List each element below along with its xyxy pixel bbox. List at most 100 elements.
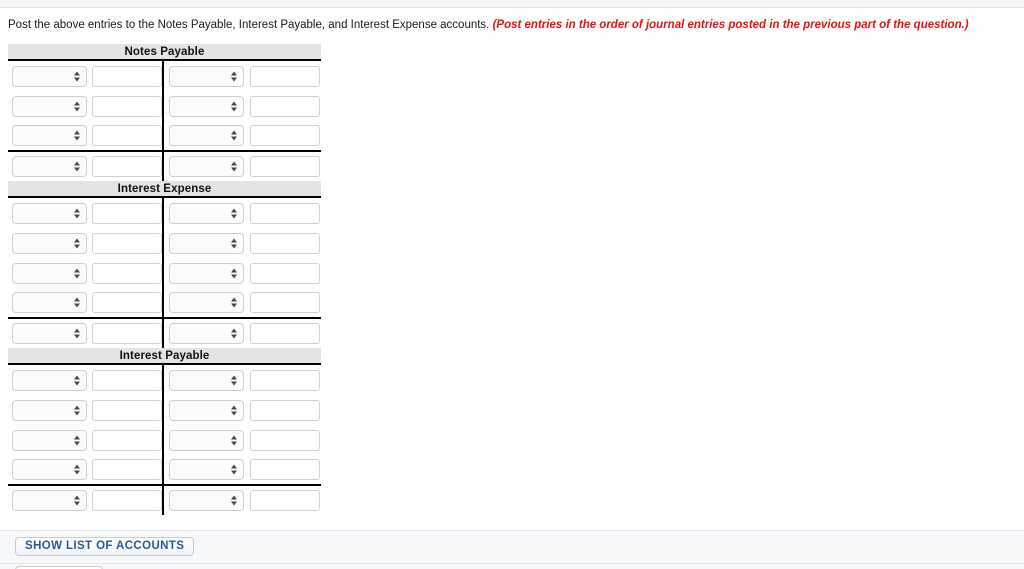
credit-account-select[interactable]	[169, 429, 245, 451]
debit-account-select[interactable]	[12, 369, 87, 391]
credit-account-select[interactable]	[169, 202, 245, 224]
debit-amount-cell	[87, 288, 163, 318]
debit-account-select[interactable]	[12, 399, 87, 421]
debit-amount-cell	[87, 258, 163, 288]
debit-account-select[interactable]	[12, 323, 87, 344]
credit-account-select[interactable]	[169, 125, 245, 146]
credit-select-cell	[165, 258, 245, 288]
credit-account-select[interactable]	[169, 156, 245, 177]
credit-amount-input[interactable]	[249, 369, 320, 391]
debit-amount-cell	[87, 425, 163, 455]
credit-amount-cell	[244, 150, 321, 181]
instruction-main: Post the above entries to the Notes Paya…	[8, 19, 490, 31]
credit-amount-input[interactable]	[249, 202, 320, 224]
debit-amount-input[interactable]	[92, 490, 163, 511]
credit-amount-input[interactable]	[249, 95, 320, 117]
debit-account-select[interactable]	[12, 156, 87, 177]
select-spinner-arrows-icon	[73, 70, 80, 83]
credit-account-select[interactable]	[169, 232, 245, 254]
credit-account-select[interactable]	[169, 65, 245, 87]
page-root: Post the above entries to the Notes Paya…	[0, 0, 1024, 569]
credit-amount-input[interactable]	[249, 429, 320, 451]
account-entry-row	[8, 288, 321, 318]
debit-account-select[interactable]	[12, 490, 87, 511]
debit-amount-cell	[87, 61, 163, 91]
credit-amount-input[interactable]	[249, 459, 320, 480]
account-entry-row	[8, 395, 321, 425]
credit-account-select[interactable]	[169, 399, 245, 421]
account-entry-row	[8, 198, 321, 228]
debit-account-select[interactable]	[12, 262, 87, 284]
select-spinner-arrows-icon	[230, 70, 237, 83]
account-entry-row	[8, 455, 321, 485]
credit-amount-input[interactable]	[249, 292, 320, 313]
debit-amount-input[interactable]	[92, 323, 163, 344]
credit-account-select[interactable]	[169, 323, 245, 344]
debit-amount-input[interactable]	[92, 459, 163, 480]
debit-account-select[interactable]	[12, 292, 87, 313]
debit-amount-input[interactable]	[92, 262, 163, 284]
debit-account-select[interactable]	[12, 125, 87, 146]
debit-select-cell	[8, 395, 87, 425]
credit-select-cell	[165, 484, 245, 515]
debit-amount-input[interactable]	[92, 369, 163, 391]
account-table	[8, 61, 321, 181]
credit-amount-cell	[244, 317, 321, 348]
credit-account-select[interactable]	[169, 292, 245, 313]
debit-amount-input[interactable]	[92, 399, 163, 421]
credit-amount-cell	[245, 91, 321, 121]
select-spinner-arrows-icon	[230, 463, 237, 476]
debit-amount-input[interactable]	[92, 95, 163, 117]
account-entry-row	[8, 91, 321, 121]
debit-amount-input[interactable]	[92, 292, 163, 313]
debit-amount-cell	[87, 395, 163, 425]
debit-account-select[interactable]	[12, 202, 87, 224]
debit-amount-input[interactable]	[92, 202, 163, 224]
debit-select-cell	[8, 228, 87, 258]
credit-account-select[interactable]	[169, 490, 245, 511]
debit-account-select[interactable]	[12, 429, 87, 451]
debit-amount-input[interactable]	[92, 429, 163, 451]
credit-select-cell	[165, 317, 245, 348]
debit-amount-input[interactable]	[92, 65, 163, 87]
credit-account-select[interactable]	[169, 95, 245, 117]
select-spinner-arrows-icon	[230, 434, 237, 447]
credit-amount-input[interactable]	[249, 399, 320, 421]
account-table	[8, 365, 321, 515]
account-table	[8, 198, 321, 348]
show-list-of-accounts-button[interactable]: SHOW LIST OF ACCOUNTS	[15, 537, 195, 556]
debit-account-select[interactable]	[12, 95, 87, 117]
credit-amount-cell	[245, 258, 321, 288]
debit-amount-input[interactable]	[92, 156, 163, 177]
debit-amount-input[interactable]	[92, 232, 163, 254]
debit-amount-input[interactable]	[92, 125, 163, 146]
debit-account-select[interactable]	[12, 232, 87, 254]
credit-amount-input[interactable]	[249, 156, 320, 177]
select-spinner-arrows-icon	[230, 494, 237, 507]
account-title: Interest Payable	[8, 348, 321, 365]
select-spinner-arrows-icon	[230, 129, 237, 142]
credit-amount-cell	[245, 395, 321, 425]
select-spinner-arrows-icon	[230, 100, 237, 113]
debit-amount-cell	[87, 91, 163, 121]
select-spinner-arrows-icon	[230, 404, 237, 417]
debit-amount-cell	[87, 365, 163, 395]
debit-amount-cell	[87, 317, 164, 348]
select-spinner-arrows-icon	[73, 374, 80, 387]
credit-amount-input[interactable]	[249, 323, 320, 344]
credit-amount-input[interactable]	[249, 232, 320, 254]
debit-account-select[interactable]	[12, 459, 87, 480]
select-spinner-arrows-icon	[73, 129, 80, 142]
credit-amount-cell	[245, 425, 321, 455]
credit-amount-cell	[245, 121, 321, 151]
credit-account-select[interactable]	[169, 459, 245, 480]
credit-amount-input[interactable]	[249, 490, 320, 511]
debit-account-select[interactable]	[12, 65, 87, 87]
credit-account-select[interactable]	[169, 262, 245, 284]
credit-amount-input[interactable]	[249, 262, 320, 284]
credit-select-cell	[165, 288, 245, 318]
credit-amount-input[interactable]	[249, 65, 320, 87]
credit-amount-input[interactable]	[249, 125, 320, 146]
debit-select-cell	[8, 484, 88, 515]
credit-account-select[interactable]	[169, 369, 245, 391]
